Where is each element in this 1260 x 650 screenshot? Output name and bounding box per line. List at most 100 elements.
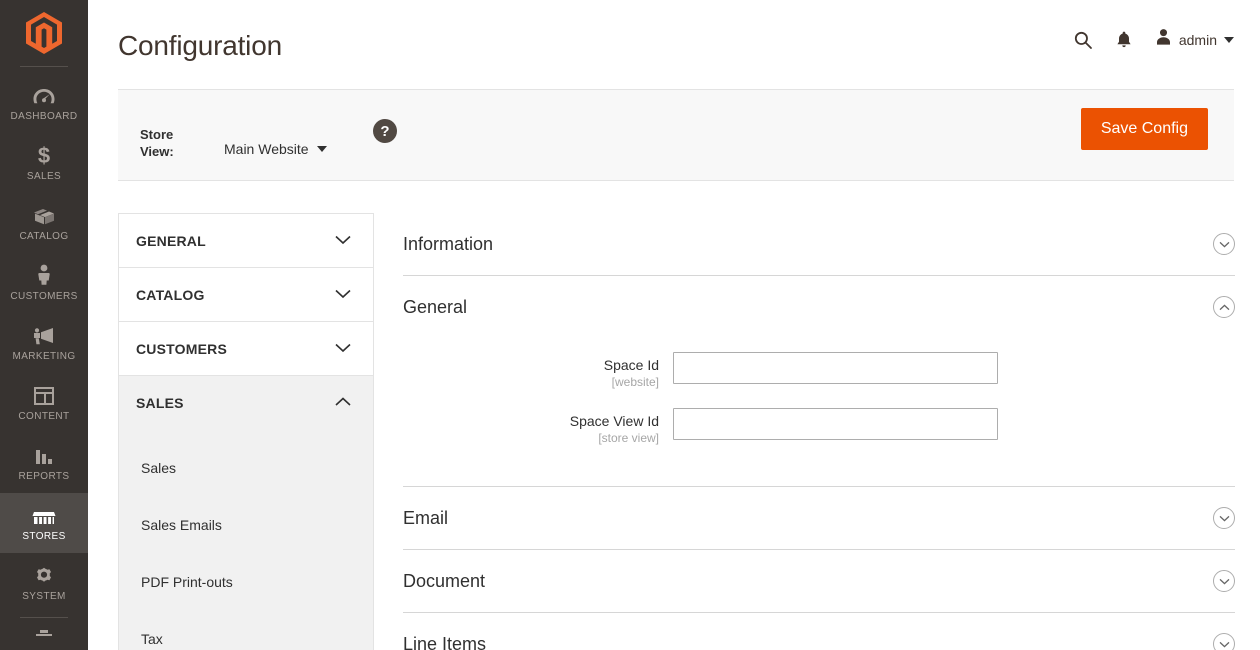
space-view-id-input[interactable] [673,408,998,440]
page-header: Configuration [88,0,1260,88]
admin-account-name: admin [1179,32,1217,48]
store-view-bar: Store View: Main Website Save Config [118,89,1234,181]
admin-account-menu[interactable]: admin [1155,28,1234,51]
config-section-line-items: Line Items [403,613,1235,650]
config-section-title: Document [403,571,485,592]
config-section-title: Line Items [403,634,486,650]
config-section-title: Email [403,508,448,529]
svg-text:$: $ [38,143,50,167]
space-id-input[interactable] [673,352,998,384]
config-section-title: Information [403,234,493,255]
layout-page-icon [32,385,56,407]
config-nav-link-sales-emails[interactable]: Sales Emails [119,496,373,553]
chevron-down-icon [335,340,351,358]
chevron-down-circle-icon[interactable] [1213,570,1235,592]
config-section-body-general: Space Id [website] Space View Id [store … [403,338,1235,486]
magento-logo[interactable] [0,0,88,66]
sidebar-top-divider [20,66,68,67]
field-label-text: Space Id [403,357,659,374]
config-nav-sales-links: Sales Sales Emails PDF Print-outs Tax [119,429,373,650]
gear-icon [32,565,56,587]
save-config-button[interactable]: Save Config [1081,108,1208,150]
config-nav-title: Customers [136,341,227,357]
sidebar-item-label: System [22,591,66,602]
config-section-header-information[interactable]: Information [403,213,1235,275]
store-view-label: Store View: [140,126,210,160]
chevron-up-circle-icon[interactable] [1213,296,1235,318]
sidebar-item-label: Sales [27,171,61,182]
config-section-header-general[interactable]: General [403,276,1235,338]
sidebar-item-stores[interactable]: Stores [0,493,88,553]
configuration-nav: General Catalog Customers [118,213,374,650]
config-section-information: Information [403,213,1235,276]
config-nav-title: Sales [136,395,184,411]
config-nav-link-pdf-print-outs[interactable]: PDF Print-outs [119,553,373,610]
config-section-header-email[interactable]: Email [403,487,1235,549]
sidebar-item-label: Reports [19,471,70,482]
sidebar-item-catalog[interactable]: Catalog [0,193,88,253]
header-tools: admin [1073,28,1234,51]
config-nav-title: Catalog [136,287,205,303]
config-nav-link-sales[interactable]: Sales [119,439,373,496]
chevron-down-circle-icon[interactable] [1213,633,1235,650]
config-nav-header-customers[interactable]: Customers [119,322,373,375]
config-nav-header-catalog[interactable]: Catalog [119,268,373,321]
box-icon [32,205,56,227]
user-avatar-icon [1155,28,1172,51]
chevron-up-icon [335,394,351,412]
sidebar-item-partners[interactable] [0,618,88,648]
megaphone-icon [31,325,57,347]
sidebar-item-system[interactable]: System [0,553,88,613]
config-nav-section-sales: Sales Sales Sales Emails PDF Print-outs … [118,375,374,650]
field-scope-text: [store view] [403,430,659,446]
sidebar-item-label: Dashboard [11,111,78,122]
caret-down-icon [1224,37,1234,43]
bell-icon[interactable] [1115,30,1133,50]
configuration-main: Information General Space Id [website] [403,213,1235,650]
sidebar-item-label: Stores [22,531,65,542]
admin-sidebar: Dashboard $ Sales Catalog [0,0,88,650]
config-section-general: General Space Id [website] Space View Id [403,276,1235,487]
admin-page: Dashboard $ Sales Catalog [0,0,1260,650]
question-mark-icon[interactable]: ? [373,119,397,143]
dashboard-gauge-icon [32,85,56,107]
config-section-title: General [403,297,467,318]
chevron-down-icon [335,232,351,250]
sidebar-item-customers[interactable]: Customers [0,253,88,313]
field-label-space-id: Space Id [website] [403,352,673,390]
search-icon[interactable] [1073,30,1093,50]
config-nav-header-general[interactable]: General [119,214,373,267]
bar-chart-icon [32,445,56,467]
config-nav-section-customers: Customers [118,321,374,375]
config-nav-section-general: General [118,213,374,267]
sidebar-item-content[interactable]: Content [0,373,88,433]
field-row-space-view-id: Space View Id [store view] [403,408,1235,446]
sidebar-item-dashboard[interactable]: Dashboard [0,73,88,133]
sidebar-item-label: Customers [10,291,77,302]
chevron-down-circle-icon[interactable] [1213,233,1235,255]
partners-extensions-icon [32,622,56,644]
sidebar-item-marketing[interactable]: Marketing [0,313,88,373]
field-label-space-view-id: Space View Id [store view] [403,408,673,446]
dollar-sign-icon: $ [36,145,52,167]
config-section-header-document[interactable]: Document [403,550,1235,612]
chevron-down-circle-icon[interactable] [1213,507,1235,529]
sidebar-item-label: Content [18,411,69,422]
chevron-down-icon [335,286,351,304]
store-view-switcher[interactable]: Main Website [224,141,327,157]
sidebar-item-reports[interactable]: Reports [0,433,88,493]
person-icon [35,265,53,287]
magento-logo-icon [26,12,62,54]
field-row-space-id: Space Id [website] [403,352,1235,390]
config-section-email: Email [403,487,1235,550]
config-nav-link-tax[interactable]: Tax [119,610,373,650]
sidebar-item-sales[interactable]: $ Sales [0,133,88,193]
sidebar-item-label: Catalog [19,231,68,242]
config-nav-header-sales[interactable]: Sales [119,376,373,429]
field-scope-text: [website] [403,374,659,390]
config-nav-section-catalog: Catalog [118,267,374,321]
config-section-header-line-items[interactable]: Line Items [403,613,1235,650]
sidebar-item-label: Marketing [12,351,75,362]
caret-down-icon [317,146,327,152]
store-view-selected-value: Main Website [224,141,309,157]
